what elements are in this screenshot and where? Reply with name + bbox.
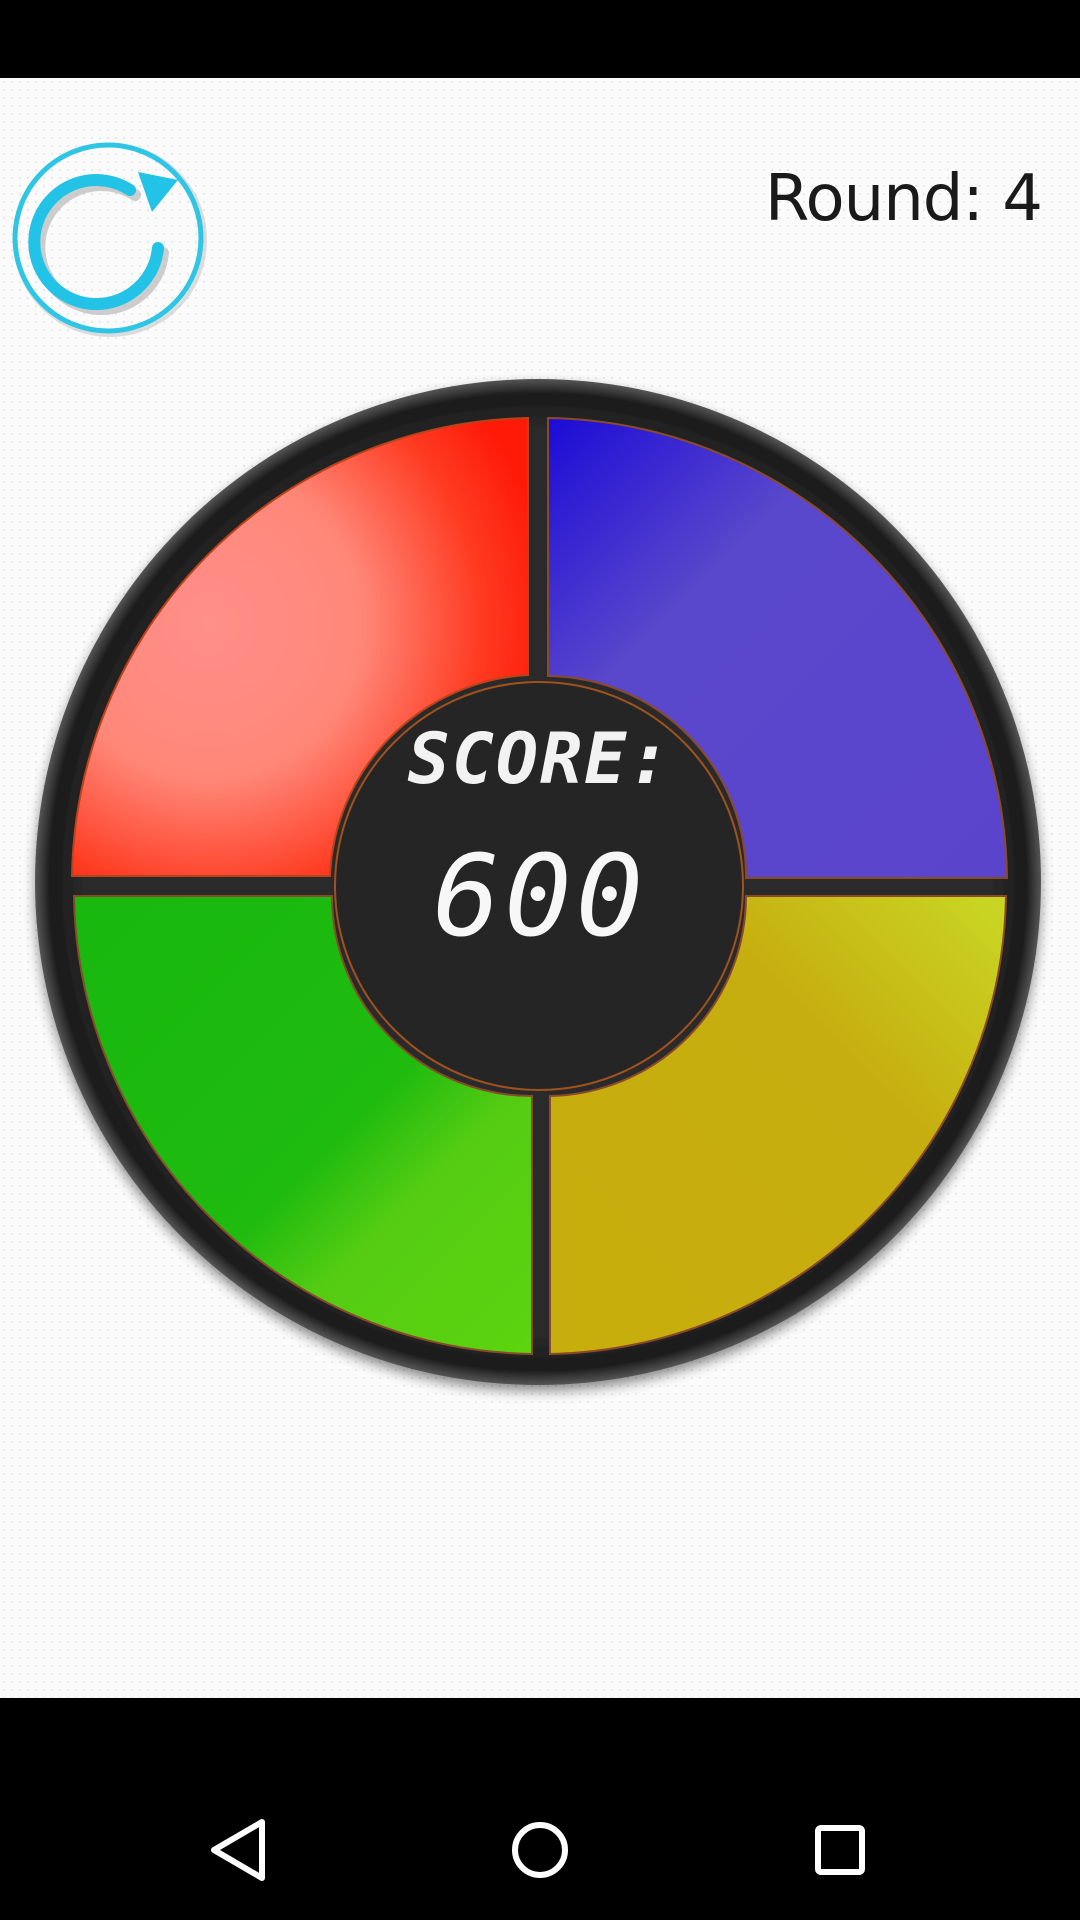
back-triangle-icon xyxy=(211,1819,265,1881)
home-circle-icon xyxy=(512,1822,568,1878)
restart-button[interactable] xyxy=(10,140,210,340)
home-button[interactable] xyxy=(500,1810,580,1890)
back-button[interactable] xyxy=(200,1810,280,1890)
score-value: 600 xyxy=(432,832,648,962)
score-title: SCORE: xyxy=(407,718,673,800)
recents-button[interactable] xyxy=(800,1810,880,1890)
round-label: Round: 4 xyxy=(764,162,1043,236)
restart-icon xyxy=(12,142,207,337)
status-bar xyxy=(0,0,1080,78)
recents-square-icon xyxy=(815,1825,865,1875)
